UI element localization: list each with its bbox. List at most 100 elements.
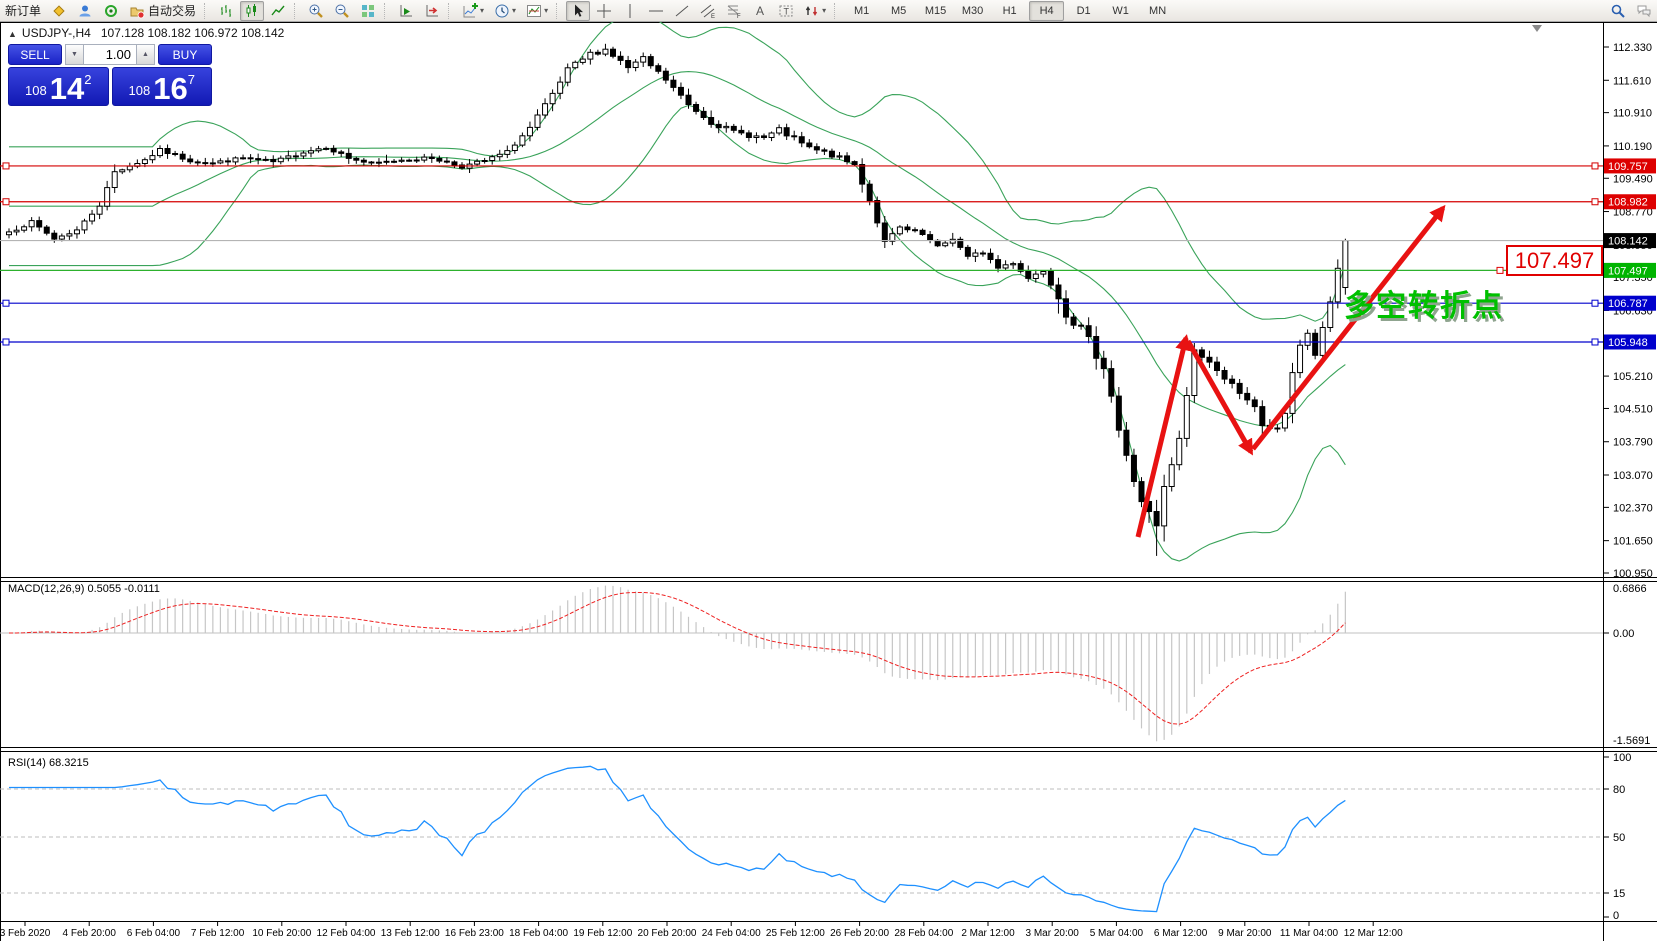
label-button[interactable]: T [774,1,798,21]
indicators-icon [463,2,479,17]
volume-decrease-button[interactable]: ▼ [65,44,84,65]
chart-annotation-text[interactable]: 多空转折点 [1344,281,1504,325]
candlestick-chart-icon [246,3,257,17]
price-tick-label: 103.790 [1613,437,1653,449]
chat-button[interactable] [1632,1,1656,21]
price-tag-label: 108.142 [1608,236,1648,248]
sell-button[interactable]: SELL [8,44,62,65]
bollinger-lower-line [9,104,1346,562]
community-button[interactable] [73,1,97,21]
price-tick-label: 111.610 [1613,75,1651,87]
collapse-panel-icon[interactable]: ▲ [8,29,17,39]
clock-icon [495,4,509,17]
svg-text:A: A [756,4,764,18]
indicators-button[interactable]: ▾ [458,1,488,21]
dropdown-caret-icon[interactable]: ▾ [480,6,484,15]
svg-text:T: T [784,6,790,16]
price-tick-label: 109.490 [1613,173,1653,185]
signals-icon [105,4,118,17]
sell-price-display[interactable]: 108 14 2 [8,67,109,106]
search-button[interactable] [1606,1,1630,21]
volume-input[interactable]: 1.00 [84,44,136,65]
metaeditor-icon [53,4,65,17]
metaeditor-button[interactable] [47,1,71,21]
time-tick-label: 28 Feb 04:00 [894,928,953,939]
dropdown-caret-icon[interactable]: ▾ [822,6,826,15]
tile-windows-icon [362,4,375,17]
cursor-button[interactable] [566,0,591,21]
text-button[interactable]: A [748,1,772,21]
macd-histogram [15,585,1346,742]
price-callout-box[interactable]: 107.497 [1506,245,1603,276]
line-chart-button[interactable] [266,1,290,21]
chart-shift-marker[interactable] [1532,25,1542,32]
price-tick-label: 102.370 [1613,502,1653,514]
price-axis: 112.330111.610110.910110.190109.490108.7… [1603,42,1653,580]
time-tick-label: 6 Mar 12:00 [1154,928,1208,939]
time-tick-label: 4 Feb 20:00 [63,928,117,939]
price-chart-canvas[interactable]: 112.330111.610110.910110.190109.490108.7… [0,0,1657,941]
timeframe-h4[interactable]: H4 [1029,0,1065,21]
chart-frame [0,22,1657,941]
timeframe-m30[interactable]: M30 [955,1,990,21]
candle-chart-button[interactable] [240,0,265,21]
chat-bubbles-icon [1637,5,1651,17]
templates-icon [527,4,542,17]
sell-price-figure: 108 [25,83,47,98]
timeframe-m15[interactable]: M15 [918,1,953,21]
auto-scroll-button[interactable] [394,1,418,21]
fibonacci-button[interactable]: F [722,1,746,21]
equidistant-channel-icon: E [700,4,715,19]
zoom-out-icon [335,4,349,18]
time-tick-label: 18 Feb 04:00 [509,928,568,939]
price-tag-label: 106.787 [1608,298,1648,310]
channel-button[interactable]: E [696,1,720,21]
horizontal-line-button[interactable] [644,1,668,21]
shapes-button[interactable]: ▾ [800,1,830,21]
periods-button[interactable]: ▾ [490,1,520,21]
timeframe-d1[interactable]: D1 [1066,1,1101,21]
zoom-out-button[interactable] [330,1,354,21]
dropdown-caret-icon[interactable]: ▾ [544,6,548,15]
time-tick-label: 12 Mar 12:00 [1344,928,1403,939]
time-tick-label: 12 Feb 04:00 [317,928,376,939]
volume-increase-button[interactable]: ▲ [136,44,155,65]
candles-layer[interactable] [6,43,1349,556]
buy-price-figure: 108 [128,83,151,98]
timeframe-m1[interactable]: M1 [844,1,879,21]
crosshair-button[interactable] [592,1,616,21]
buy-button[interactable]: BUY [158,44,212,65]
dropdown-caret-icon[interactable]: ▾ [512,6,516,15]
timeframe-m5[interactable]: M5 [881,1,916,21]
rsi-scale-label: 15 [1613,888,1625,900]
templates-button[interactable]: ▾ [522,1,552,21]
macd-label: MACD(12,26,9) 0.5055 -0.0111 [8,583,160,595]
new-order-button[interactable]: 新订单 [1,1,45,21]
rsi-scale-label: 100 [1613,752,1631,764]
time-tick-label: 10 Feb 20:00 [252,928,311,939]
time-tick-label: 3 Feb 2020 [0,928,51,939]
trendline-button[interactable] [670,1,694,21]
zoom-in-icon [309,4,323,18]
autotrading-button[interactable]: 自动交易 [125,1,200,21]
timeframe-h1[interactable]: H1 [992,1,1027,21]
time-tick-label: 24 Feb 04:00 [702,928,761,939]
timeframe-mn[interactable]: MN [1140,1,1175,21]
time-tick-label: 20 Feb 20:00 [638,928,697,939]
vertical-line-button[interactable] [618,1,642,21]
signals-button[interactable] [99,1,123,21]
tile-windows-button[interactable] [356,1,380,21]
toolbar-separator [384,2,389,19]
timeframe-w1[interactable]: W1 [1103,1,1138,21]
autotrading-icon [130,7,145,18]
toolbar-separator [204,2,209,19]
crosshair-icon [597,3,612,18]
rsi-scale-label: 50 [1613,832,1625,844]
chart-shift-button[interactable] [420,1,444,21]
zoom-in-button[interactable] [304,1,328,21]
auto-scroll-icon [400,4,413,16]
main-toolbar: 新订单 自动交易 ▾ ▾ ▾ E F A T ▾ M1 M5 M15 M30 H1 H4 D… [0,0,1657,22]
buy-price-display[interactable]: 108 16 7 [111,67,212,106]
bar-chart-button[interactable] [214,1,238,21]
rsi-scale-label: 80 [1613,784,1625,796]
